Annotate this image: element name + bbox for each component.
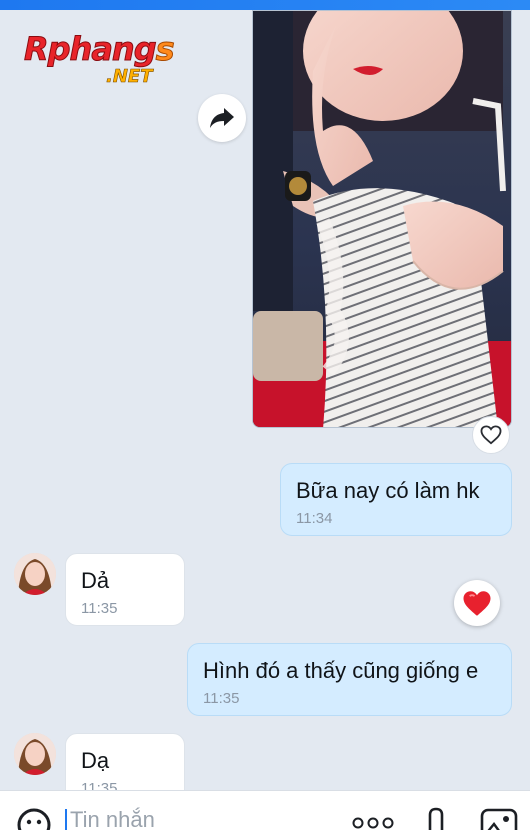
avatar-image [14, 553, 56, 595]
logo-suffix: .NET [106, 66, 153, 88]
attach-clip-icon[interactable] [426, 807, 446, 830]
top-status-bar [0, 0, 530, 10]
like-button[interactable] [472, 416, 510, 454]
text-cursor [65, 809, 67, 830]
message-input[interactable] [70, 805, 330, 830]
message-time: 11:35 [203, 690, 240, 707]
sticker-face-icon[interactable] [16, 807, 52, 830]
watermark-logo: Rphangs .NET [24, 30, 194, 90]
message-bubble-received[interactable]: Dả 11:35 [65, 553, 185, 626]
message-text: Dạ [81, 748, 110, 773]
heart-filled-icon [463, 590, 491, 616]
contact-avatar[interactable] [14, 553, 56, 595]
share-arrow-icon [210, 108, 234, 128]
message-composer [0, 790, 530, 830]
message-bubble-sent[interactable]: Hình đó a thấy cũng giống e 11:35 [187, 643, 512, 716]
share-button[interactable] [198, 94, 246, 142]
avatar-image [14, 733, 56, 775]
message-text: Hình đó a thấy cũng giống e [203, 658, 479, 683]
heart-outline-icon [480, 425, 502, 445]
message-time: 11:35 [81, 600, 118, 617]
reaction-badge[interactable] [454, 580, 500, 626]
message-text: Dả [81, 568, 110, 593]
message-bubble-sent[interactable]: Bữa nay có làm hk 11:34 [280, 463, 512, 536]
more-dots-icon[interactable] [352, 817, 394, 829]
photo-message[interactable] [252, 10, 512, 428]
message-time: 11:34 [296, 510, 333, 527]
photo-image [253, 11, 511, 427]
image-icon[interactable] [480, 807, 518, 830]
logo-wordmark: Rphangs [24, 30, 176, 69]
contact-avatar[interactable] [14, 733, 56, 775]
message-text: Bữa nay có làm hk [296, 478, 480, 503]
